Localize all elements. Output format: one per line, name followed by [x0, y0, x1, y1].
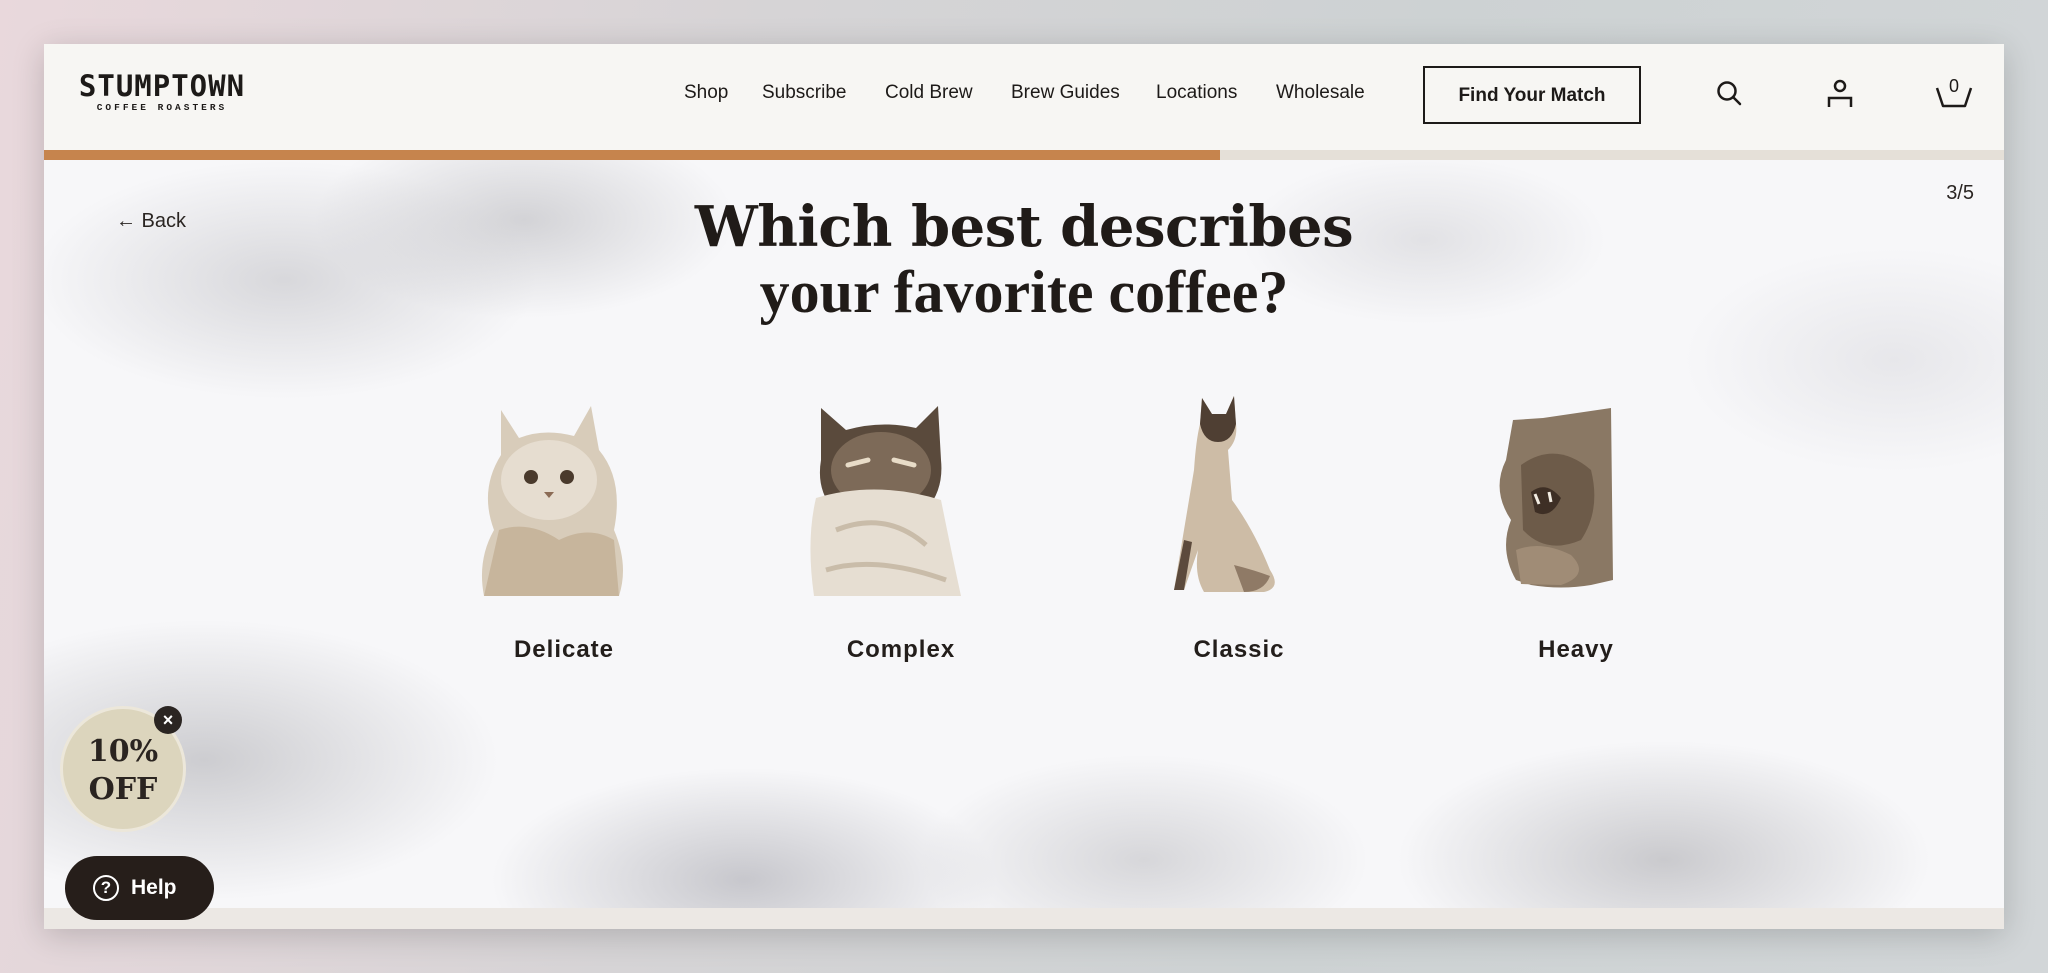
- option-complex[interactable]: Complex: [776, 380, 1026, 680]
- nav-wholesale[interactable]: Wholesale: [1276, 82, 1365, 106]
- brand-name: STUMPTOWN: [78, 69, 246, 103]
- find-your-match-button[interactable]: Find Your Match: [1423, 66, 1641, 124]
- nav-locations[interactable]: Locations: [1156, 82, 1237, 106]
- option-label: Classic: [1193, 636, 1285, 663]
- cart-icon[interactable]: 0: [1934, 76, 1974, 112]
- help-button[interactable]: ? Help: [65, 856, 214, 920]
- quiz-content: ← Back 3/5 Which best describes your fav…: [44, 160, 2004, 908]
- nav-shop[interactable]: Shop: [684, 82, 728, 106]
- hissing-cat-image: [1499, 408, 1613, 588]
- option-label: Complex: [846, 636, 956, 663]
- option-classic[interactable]: Classic: [1114, 380, 1364, 680]
- fluffy-kitten-image: [481, 406, 623, 596]
- promo-line-1: 10%: [87, 734, 159, 769]
- bottom-strip: [44, 908, 2004, 929]
- nav-brew-guides[interactable]: Brew Guides: [1011, 82, 1120, 106]
- quiz-progress-fill: [44, 150, 1220, 160]
- account-icon[interactable]: [1822, 76, 1858, 112]
- question-title-line-2: your favorite coffee?: [759, 259, 1289, 325]
- nav-cold-brew[interactable]: Cold Brew: [885, 82, 973, 106]
- brand-logo[interactable]: STUMPTOWN COFFEE ROASTERS: [77, 70, 247, 113]
- site-header: STUMPTOWN COFFEE ROASTERS Shop Subscribe…: [44, 44, 2004, 150]
- option-heavy[interactable]: Heavy: [1451, 380, 1701, 680]
- search-icon[interactable]: [1712, 76, 1748, 112]
- option-label: Delicate: [513, 636, 615, 663]
- question-title-line-1: Which best describes: [694, 194, 1354, 260]
- help-label: Help: [131, 876, 177, 899]
- cat-in-scarf-image: [810, 406, 961, 596]
- option-label: Heavy: [1538, 636, 1614, 663]
- brand-tagline: COFFEE ROASTERS: [96, 102, 228, 113]
- promo-line-2: OFF: [88, 772, 158, 807]
- nav-subscribe[interactable]: Subscribe: [762, 82, 847, 106]
- option-delicate[interactable]: Delicate: [439, 380, 689, 680]
- siamese-cat-image: [1174, 396, 1275, 592]
- browser-window: STUMPTOWN COFFEE ROASTERS Shop Subscribe…: [44, 44, 2004, 929]
- promo-close-icon[interactable]: ×: [154, 706, 182, 734]
- quiz-progress-bar: [44, 150, 2004, 160]
- help-icon: ?: [93, 875, 119, 901]
- cart-count: 0: [1948, 76, 1959, 96]
